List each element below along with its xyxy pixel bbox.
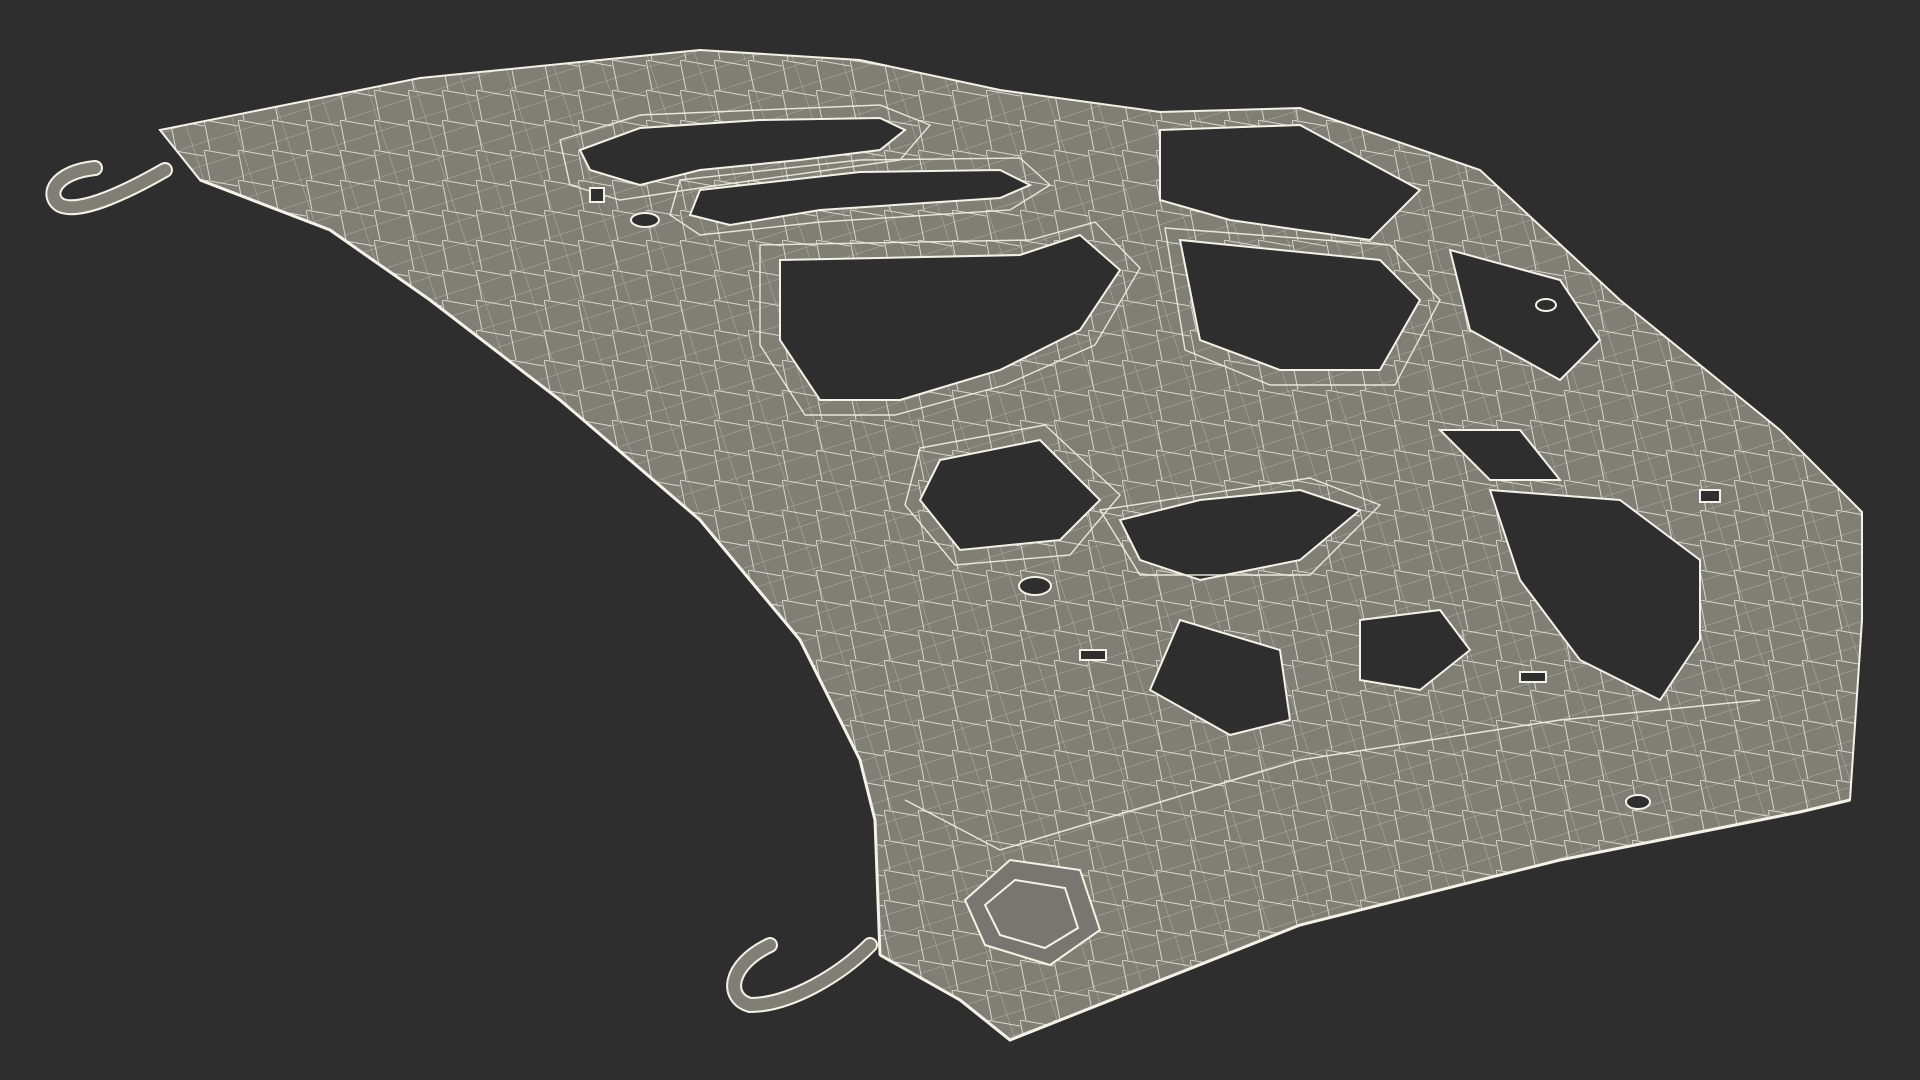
hook-bottom-left bbox=[726, 937, 878, 1014]
wireframe-model bbox=[45, 48, 1863, 1042]
3d-viewport[interactable] bbox=[0, 0, 1920, 1080]
hook-top-left bbox=[45, 160, 173, 216]
